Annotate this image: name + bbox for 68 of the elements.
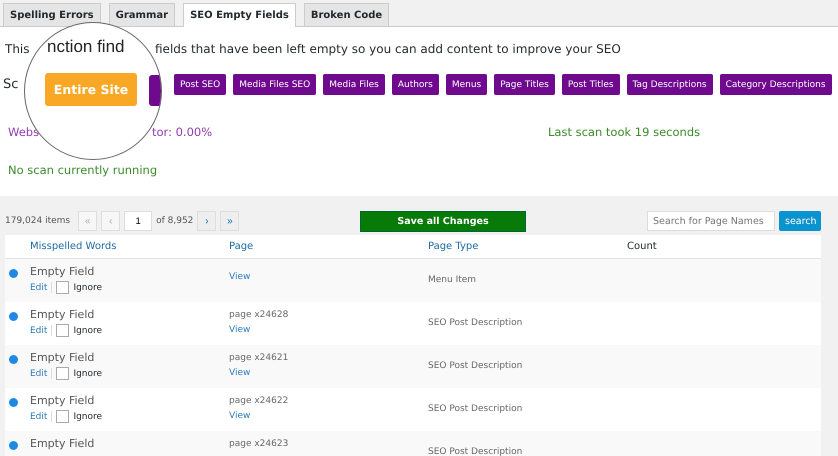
column-header-link[interactable]: Page Type: [428, 241, 627, 252]
save-button[interactable]: Save all Changes: [360, 210, 526, 232]
scan-button[interactable]: Authors: [392, 74, 439, 95]
scan-label: Sc: [3, 77, 18, 92]
view-link[interactable]: View: [229, 411, 428, 421]
edit-link[interactable]: Edit: [30, 368, 48, 378]
scan-button[interactable]: Media Files: [323, 74, 385, 95]
checkbox-label: Ignore: [73, 412, 102, 422]
status-dot-icon: [9, 269, 18, 278]
table-cell-text: page x24628: [229, 310, 290, 320]
description-text: fields that have been left empty so you can add content to improve your SEO: [155, 42, 621, 56]
scan-button[interactable]: Post SEO: [174, 74, 226, 95]
page-count: of 8,952: [156, 216, 194, 226]
ignore-checkbox[interactable]: [56, 367, 70, 380]
heading-text: nction find: [47, 37, 124, 57]
status-dot-icon: [9, 398, 18, 407]
checkbox-label: Ignore: [73, 368, 102, 378]
search-button[interactable]: search: [779, 211, 821, 231]
scan-button[interactable]: Tag Descriptions: [626, 74, 713, 95]
table-cell: SEO Post Description: [428, 318, 522, 328]
scan-button[interactable]: Menus: [446, 74, 488, 95]
status-dot-icon: [9, 312, 18, 321]
table-cell: SEO Post Description: [428, 447, 522, 456]
tab[interactable]: Broken Code: [304, 3, 390, 26]
view-link[interactable]: View: [229, 272, 428, 282]
ignore-checkbox[interactable]: [56, 410, 70, 423]
table-cell-text: Empty Field: [30, 351, 96, 364]
edit-link[interactable]: Edit: [30, 282, 48, 292]
description-text: This: [5, 42, 30, 56]
scan-button[interactable]: Category Descriptions: [720, 74, 832, 95]
table-cell-text: page x24621: [229, 353, 290, 363]
search-field[interactable]: Search for Page Names: [647, 211, 775, 231]
item-count: 179,024 items: [5, 216, 70, 226]
table-cell-text: Empty Field: [30, 265, 96, 278]
scan-button[interactable]: Post Titles: [562, 74, 620, 95]
last-scan-text: Last scan took 19 seconds: [548, 125, 700, 139]
column-header: Count: [627, 241, 657, 252]
checkbox-label: Ignore: [73, 326, 102, 336]
scan-button[interactable]: Media Files SEO: [233, 74, 316, 95]
column-header-link[interactable]: Page: [229, 241, 428, 252]
table-cell: SEO Post Description: [428, 361, 522, 371]
next-page-button[interactable]: ›: [197, 211, 216, 231]
ignore-checkbox[interactable]: [56, 281, 70, 294]
table-cell-text: Empty Field: [30, 308, 96, 321]
ignore-checkbox[interactable]: [56, 324, 70, 337]
scan-status-text: No scan currently running: [7, 163, 158, 177]
table-cell-text: Empty Field: [30, 394, 96, 407]
status-text: Webs: [8, 125, 40, 139]
table-cell-text: page x24622: [229, 396, 290, 406]
edit-link[interactable]: Edit: [30, 326, 48, 336]
table-cell-text: Empty Field: [30, 437, 96, 450]
status-dot-icon: [9, 441, 18, 450]
page-input[interactable]: 1: [124, 211, 152, 231]
view-link[interactable]: View: [229, 325, 428, 335]
scan-button[interactable]: Page Titles: [494, 74, 555, 95]
tab[interactable]: Grammar: [108, 3, 176, 26]
tab[interactable]: Spelling Errors: [3, 3, 101, 26]
table-cell: Menu Item: [428, 275, 476, 285]
table-cell: SEO Post Description: [428, 404, 522, 414]
edit-link[interactable]: Edit: [30, 412, 48, 422]
tab[interactable]: SEO Empty Fields: [183, 3, 296, 27]
view-link[interactable]: View: [229, 368, 428, 378]
column-header-link[interactable]: Misspelled Words: [30, 241, 229, 252]
status-dot-icon: [9, 355, 18, 364]
checkbox-label: Ignore: [73, 282, 102, 292]
table-cell-text: page x24623: [229, 439, 290, 449]
status-text: tor: 0.00%: [152, 125, 212, 139]
last-page-button[interactable]: »: [220, 211, 240, 231]
